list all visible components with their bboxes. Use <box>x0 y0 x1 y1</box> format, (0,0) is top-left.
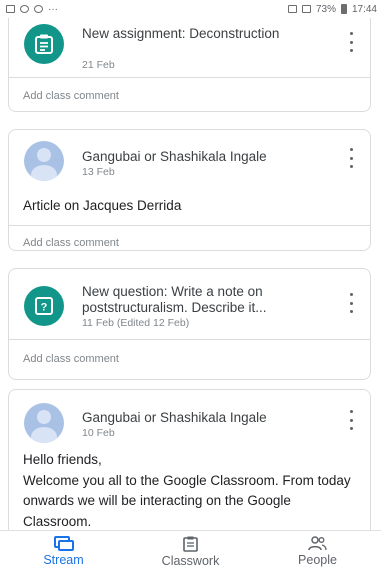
stream-feed[interactable]: New assignment: Deconstruction 21 Feb Ad… <box>0 0 381 530</box>
tab-classwork[interactable]: Classwork <box>127 531 254 572</box>
bottom-navigation: Stream Classwork People <box>0 530 381 572</box>
more-notifications-icon: ··· <box>48 3 58 15</box>
tab-stream[interactable]: Stream <box>0 531 127 572</box>
tab-stream-label: Stream <box>43 553 84 567</box>
more-options-icon[interactable] <box>346 148 356 168</box>
post-author: Gangubai or Shashikala Ingale <box>82 149 267 164</box>
avatar <box>24 141 64 181</box>
question-card[interactable]: ? New question: Write a note on poststru… <box>8 268 371 380</box>
svg-text:?: ? <box>41 302 48 314</box>
post-author: Gangubai or Shashikala Ingale <box>82 410 267 425</box>
more-options-icon[interactable] <box>346 293 356 313</box>
tab-people[interactable]: People <box>254 531 381 572</box>
gallery-notification-icon <box>6 5 15 13</box>
stream-icon <box>53 536 74 551</box>
sync-notification-icon <box>34 5 43 13</box>
add-class-comment-button[interactable]: Add class comment <box>9 226 370 250</box>
battery-icon <box>340 4 347 14</box>
more-options-icon[interactable] <box>346 410 356 430</box>
question-title[interactable]: New question: Write a note on poststruct… <box>82 284 330 316</box>
signal-icon <box>287 5 297 13</box>
battery-percent: 73% <box>315 3 336 15</box>
avatar <box>24 403 64 443</box>
tab-people-label: People <box>298 553 337 567</box>
post-card[interactable]: Gangubai or Shashikala Ingale 13 Feb Art… <box>8 129 371 251</box>
question-icon: ? <box>24 286 64 326</box>
status-bar: ··· 73% 17:44 <box>0 0 381 18</box>
assignment-icon <box>24 24 64 64</box>
post-body: Article on Jacques Derrida <box>23 198 182 213</box>
add-class-comment-button[interactable]: Add class comment <box>9 340 370 378</box>
post-card[interactable]: Gangubai or Shashikala Ingale 10 Feb Hel… <box>8 389 371 530</box>
add-class-comment-button[interactable]: Add class comment <box>9 78 370 111</box>
question-date: 11 Feb (Edited 12 Feb) <box>82 317 190 329</box>
tab-classwork-label: Classwork <box>161 553 220 568</box>
assignment-date: 21 Feb <box>82 59 115 71</box>
people-icon <box>308 536 327 551</box>
assignment-title[interactable]: New assignment: Deconstruction <box>82 26 330 42</box>
network-icon <box>301 5 311 13</box>
app-notification-icon <box>20 5 29 13</box>
clock: 17:44 <box>351 3 377 15</box>
more-options-icon[interactable] <box>346 32 356 52</box>
post-date: 13 Feb <box>82 166 115 178</box>
post-body: Hello friends, Welcome you all to the Go… <box>23 452 351 529</box>
classwork-icon <box>183 536 198 552</box>
post-date: 10 Feb <box>82 427 115 439</box>
